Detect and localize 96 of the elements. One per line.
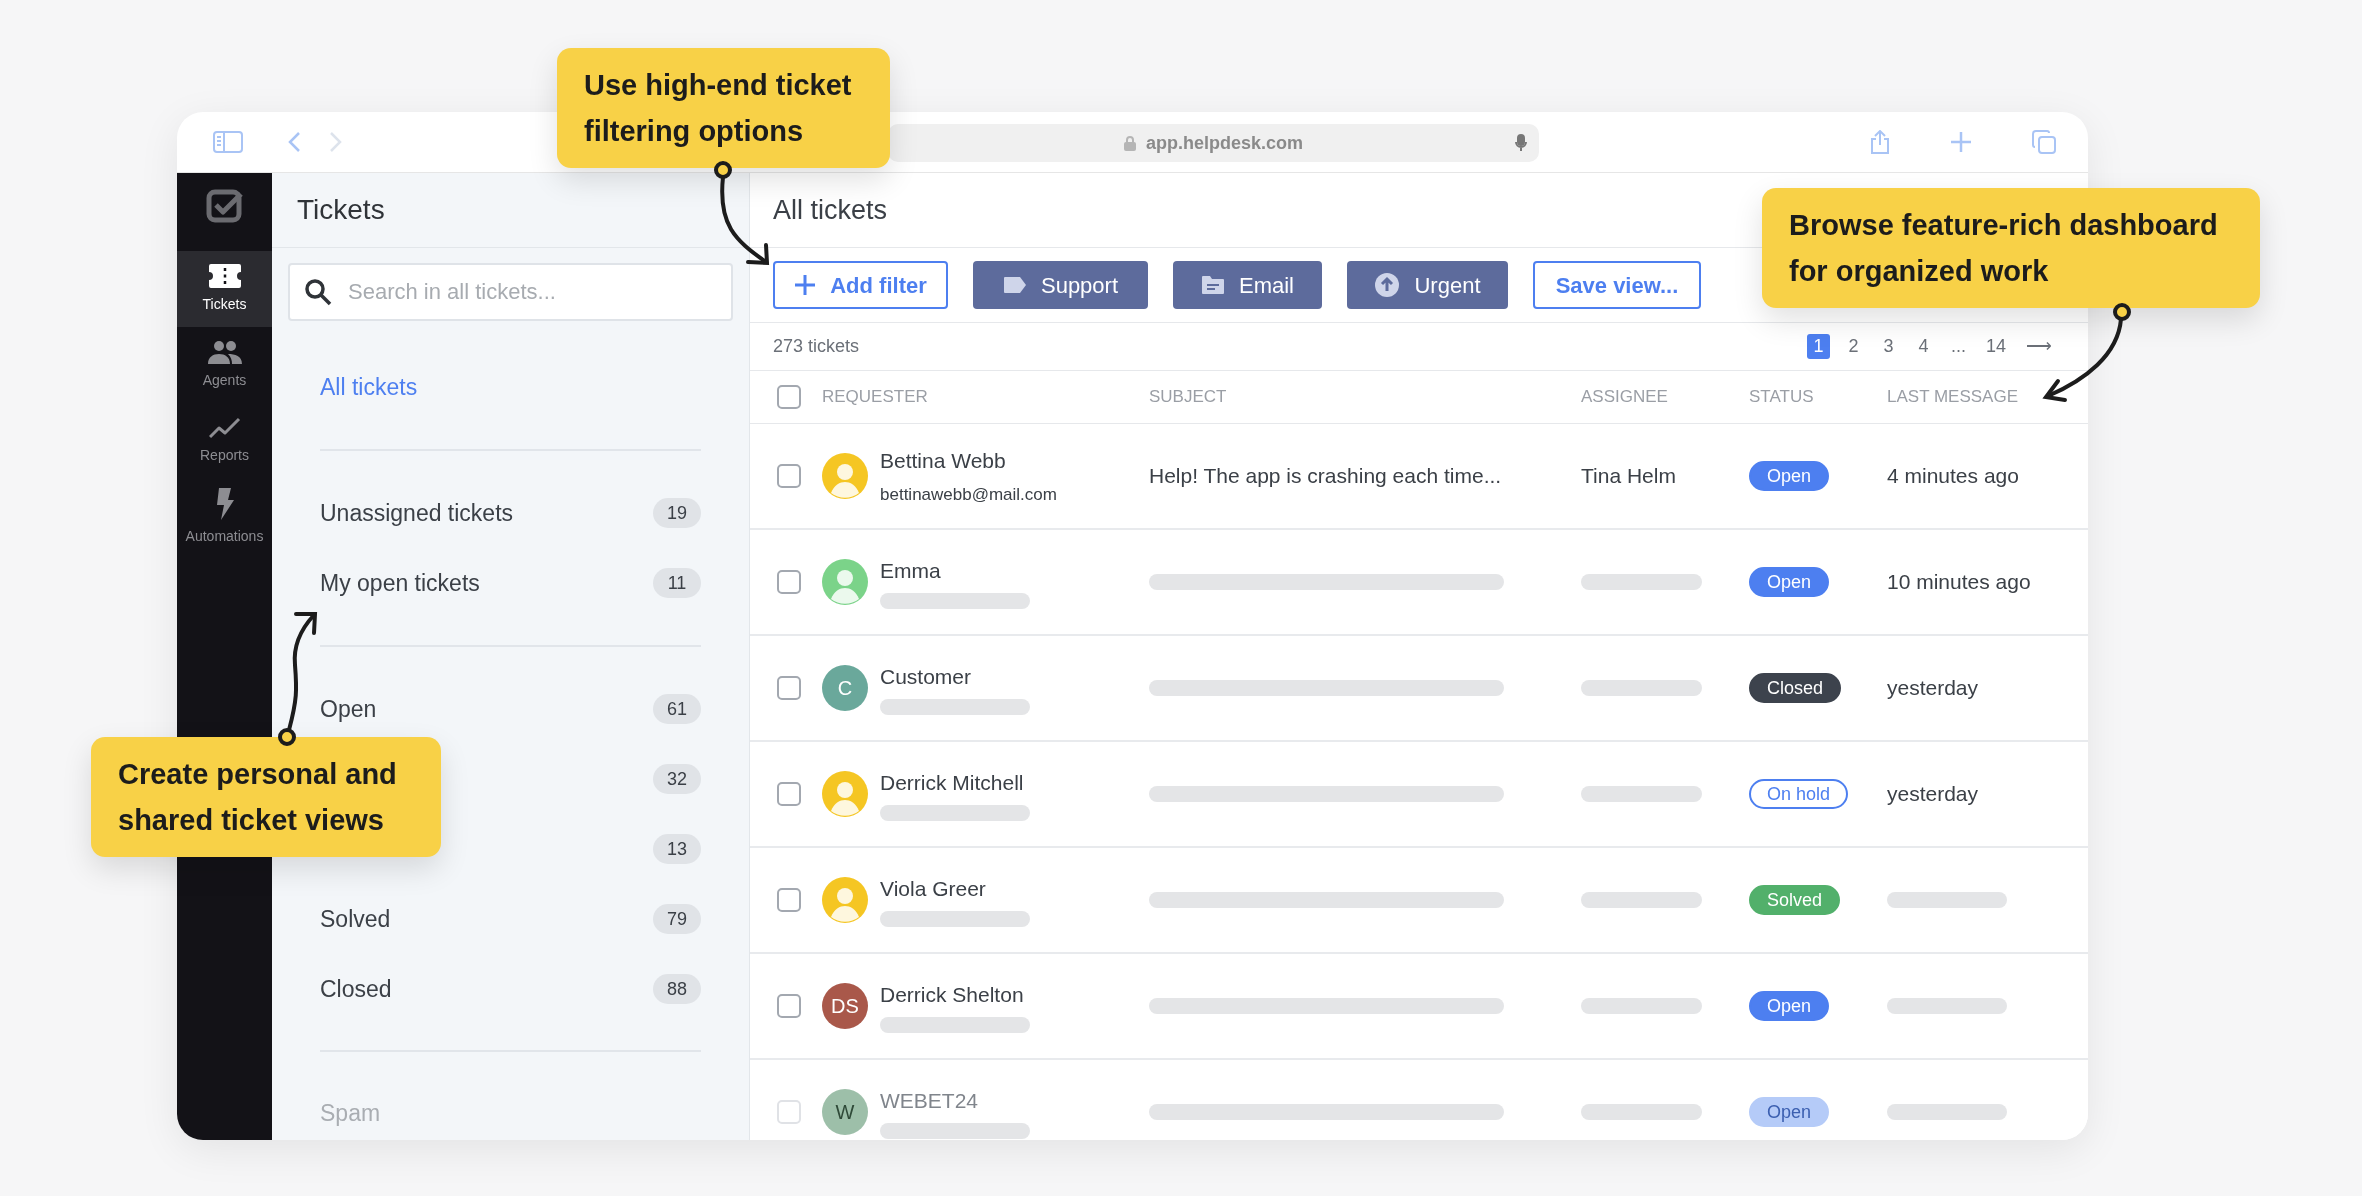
count-badge: 32 bbox=[653, 764, 701, 794]
page-link[interactable]: 1 bbox=[1806, 334, 1830, 359]
requester-email: bettinawebb@mail.com bbox=[880, 484, 1057, 506]
checkbox[interactable] bbox=[777, 464, 801, 488]
forward-icon[interactable] bbox=[329, 131, 343, 153]
count-badge: 13 bbox=[653, 834, 701, 864]
checkbox[interactable] bbox=[777, 782, 801, 806]
avatar-initials: C bbox=[822, 665, 868, 711]
filter-chip[interactable]: Urgent bbox=[1347, 261, 1508, 309]
sidebar-item[interactable]: Unassigned tickets 19 bbox=[320, 478, 701, 548]
status-badge: Closed bbox=[1749, 673, 1842, 703]
page-link[interactable]: ⟶ bbox=[2022, 334, 2056, 359]
count-badge: 19 bbox=[653, 498, 701, 528]
save-view-button[interactable]: Save view... bbox=[1533, 261, 1701, 309]
address-bar[interactable]: app.helpdesk.com bbox=[888, 124, 1539, 162]
column-header: ASSIGNEE bbox=[1581, 386, 1669, 409]
table-row[interactable]: Bettina Webb bettinawebb@mail.com Help! The app is crashing each time... Tina Helm Open 4 minutes ago bbox=[750, 424, 2088, 530]
tabs-icon[interactable] bbox=[2032, 130, 2056, 154]
back-icon[interactable] bbox=[287, 131, 301, 153]
column-header: LAST MESSAGE bbox=[1887, 386, 2019, 409]
folder-icon bbox=[1201, 275, 1225, 295]
page-link[interactable]: 2 bbox=[1841, 334, 1865, 359]
status-badge: On hold bbox=[1749, 779, 1849, 809]
requester-name: Emma bbox=[880, 558, 942, 585]
count-badge: 11 bbox=[653, 568, 701, 598]
status-badge: Open bbox=[1749, 991, 1830, 1021]
checkbox[interactable] bbox=[777, 676, 801, 700]
requester-name: Derrick Mitchell bbox=[880, 770, 1025, 797]
filter-chip[interactable]: Support bbox=[973, 261, 1148, 309]
url-text: app.helpdesk.com bbox=[1145, 131, 1303, 155]
sidebar-title: Tickets bbox=[297, 193, 385, 227]
line-chart-icon bbox=[208, 416, 241, 439]
requester-name: Derrick Shelton bbox=[880, 982, 1025, 1009]
last-message-time: yesterday bbox=[1887, 782, 1979, 806]
ticket-count: 273 tickets bbox=[773, 335, 860, 358]
tag-icon bbox=[1002, 276, 1027, 294]
page-title: All tickets bbox=[773, 193, 888, 227]
checkbox-logo-icon bbox=[205, 187, 244, 225]
search-field[interactable]: Search in all tickets... bbox=[288, 263, 733, 321]
microphone-icon[interactable] bbox=[1515, 134, 1527, 152]
last-message-time: yesterday bbox=[1887, 676, 1979, 700]
last-message-time: 10 minutes ago bbox=[1887, 570, 2031, 594]
sidebar-item[interactable]: My open tickets 11 bbox=[320, 548, 701, 618]
page-link[interactable]: 14 bbox=[1981, 334, 2010, 359]
status-badge: Solved bbox=[1749, 885, 1841, 915]
sidebar-item[interactable]: Solved 79 bbox=[320, 884, 701, 954]
column-header: REQUESTER bbox=[822, 386, 929, 409]
status-badge: Open bbox=[1749, 1097, 1830, 1127]
callout: Create personal and shared ticket views bbox=[91, 737, 441, 857]
table-row[interactable]: Derrick Mitchell On hold yesterday bbox=[750, 742, 2088, 848]
new-tab-icon[interactable] bbox=[1950, 131, 1972, 153]
ticket-subject: Help! The app is crashing each time... bbox=[1149, 464, 1502, 488]
table-row[interactable]: DS Derrick Shelton Open bbox=[750, 954, 2088, 1060]
share-icon[interactable] bbox=[1870, 130, 1890, 154]
lock-icon bbox=[1123, 135, 1136, 151]
page-link[interactable]: ... bbox=[1946, 334, 1970, 359]
search-icon bbox=[304, 278, 332, 306]
ticket-icon bbox=[208, 263, 241, 288]
requester-name: Bettina Webb bbox=[880, 447, 1007, 474]
sidebar-toggle-icon[interactable] bbox=[213, 131, 243, 153]
status-badge: Open bbox=[1749, 567, 1830, 597]
assignee-name: Tina Helm bbox=[1581, 464, 1676, 488]
plus-icon bbox=[794, 274, 817, 296]
column-header: SUBJECT bbox=[1149, 386, 1228, 409]
checkbox[interactable] bbox=[777, 570, 801, 594]
requester-name: Customer bbox=[880, 664, 973, 691]
callout: Use high-end ticket filtering options bbox=[557, 48, 890, 168]
page-link[interactable]: 3 bbox=[1876, 334, 1900, 359]
nav-item[interactable]: Reports bbox=[177, 403, 272, 479]
lightning-icon bbox=[214, 487, 235, 520]
count-badge: 61 bbox=[653, 694, 701, 724]
column-header: STATUS bbox=[1749, 386, 1815, 409]
people-icon bbox=[207, 339, 242, 364]
nav-item[interactable]: Automations bbox=[177, 479, 272, 555]
count-badge: 79 bbox=[653, 904, 701, 934]
count-badge: 88 bbox=[653, 974, 701, 1004]
checkbox[interactable] bbox=[777, 888, 801, 912]
filter-chip[interactable]: Email bbox=[1173, 261, 1322, 309]
callout: Browse feature-rich dashboard for organized work bbox=[1762, 188, 2260, 308]
checkbox[interactable] bbox=[777, 994, 801, 1018]
requester-name: Viola Greer bbox=[880, 876, 987, 903]
avatar-initials: DS bbox=[822, 983, 868, 1029]
status-badge: Open bbox=[1749, 461, 1830, 491]
add-filter-button[interactable]: Add filter bbox=[773, 261, 948, 309]
avatar-initials: W bbox=[822, 1089, 868, 1135]
table-row[interactable]: C Customer Closed yesterday bbox=[750, 636, 2088, 742]
page-link[interactable]: 4 bbox=[1911, 334, 1935, 359]
table-row[interactable]: Viola Greer Solved bbox=[750, 848, 2088, 954]
table-row[interactable]: Emma Open 10 minutes ago bbox=[750, 530, 2088, 636]
nav-item[interactable]: Tickets bbox=[177, 251, 272, 327]
nav-item[interactable]: Agents bbox=[177, 327, 272, 403]
requester-name: WEBET24 bbox=[880, 1088, 980, 1115]
checkbox[interactable] bbox=[777, 385, 801, 409]
sidebar-item[interactable]: All tickets bbox=[320, 352, 701, 422]
last-message-time: 4 minutes ago bbox=[1887, 464, 2019, 488]
sidebar-item[interactable]: Closed 88 bbox=[320, 954, 701, 1024]
